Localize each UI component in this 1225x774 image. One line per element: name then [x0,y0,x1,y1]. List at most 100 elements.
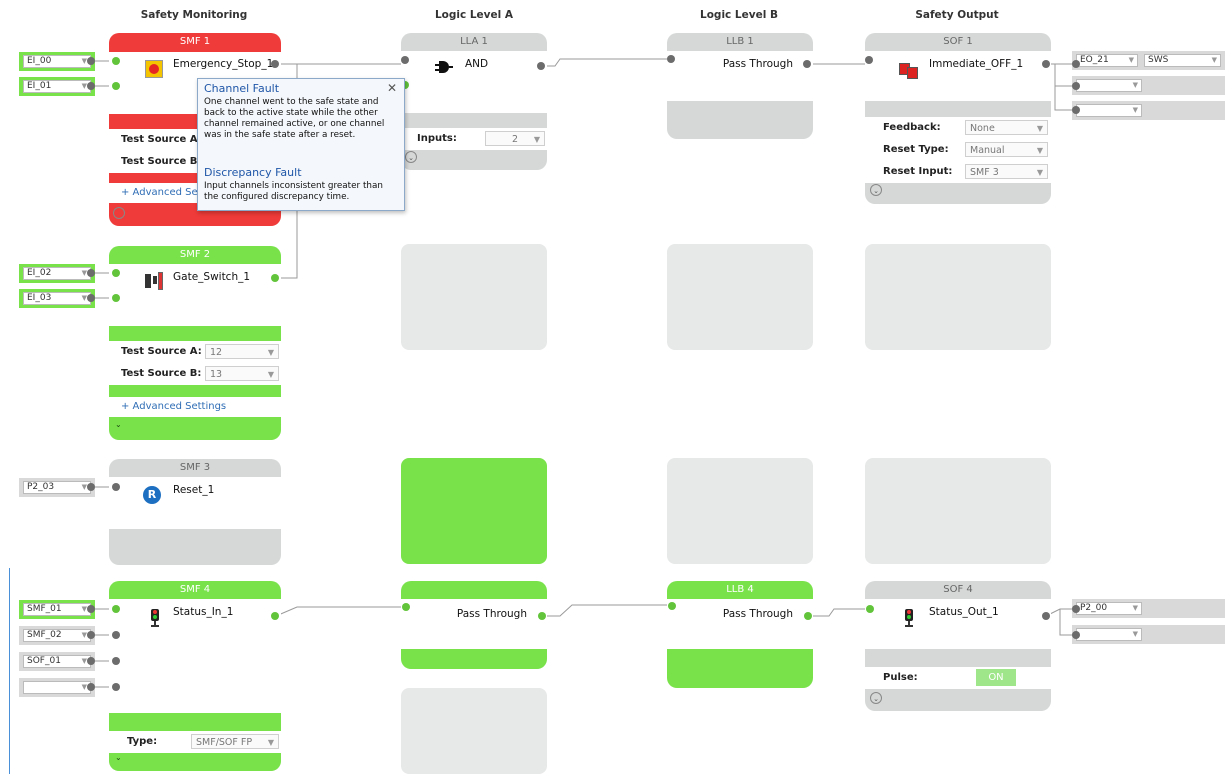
pin-connector[interactable] [87,294,95,302]
llb3-empty-slot[interactable] [667,458,813,564]
block-name: Reset_1 [173,484,215,496]
pin-connector[interactable] [112,605,120,613]
pin-connector[interactable] [87,683,95,691]
input-pin-sof01[interactable]: SOF_01 ▼ [19,652,95,671]
input-pin-smf01[interactable]: SMF_01 ▼ [19,600,95,619]
output-pin-p200[interactable]: P2_00 ▼ [1072,599,1225,618]
select-value: 2 [511,134,519,145]
output-mode-select[interactable]: SWS ▼ [1140,51,1225,70]
lla3-active-slot[interactable] [401,458,547,564]
expand-icon[interactable]: ⌄ [405,151,417,163]
output-pin-empty[interactable]: ▼ [1072,625,1225,644]
block-name: AND [465,58,489,70]
pin-connector[interactable] [1072,605,1080,613]
pin-connector[interactable] [87,269,95,277]
field-label: Test Source A: [121,134,202,145]
input-pin-p203[interactable]: P2_03 ▼ [19,478,95,497]
pin-connector[interactable] [1072,106,1080,114]
feedback-select[interactable]: None ▼ [965,120,1048,135]
pin-connector[interactable] [1072,82,1080,90]
output-connector[interactable] [803,60,811,68]
pin-connector[interactable] [112,657,120,665]
smf4-block[interactable]: SMF 4 Status_In_1 Type: SMF/SOF FP ▼ ⌄ [109,581,281,771]
pin-connector[interactable] [865,56,873,64]
expand-icon[interactable]: ⌄ [870,184,882,196]
pin-connector[interactable] [87,657,95,665]
test-source-a-select[interactable]: 12 ▼ [205,344,279,359]
output-connector[interactable] [271,274,279,282]
pin-connector[interactable] [87,57,95,65]
sof1-block[interactable]: SOF 1 Immediate_OFF_1 Feedback: None ▼ Re… [865,33,1051,204]
input-pin-ei03[interactable]: EI_03 ▼ [19,289,95,308]
pin-connector[interactable] [87,483,95,491]
inputs-count-select[interactable]: 2 ▼ [485,131,545,146]
input-pin-ei01[interactable]: EI_01 ▼ [19,77,95,96]
pin-connector[interactable] [1072,60,1080,68]
pin-connector[interactable] [112,82,120,90]
expand-icon[interactable] [113,207,125,219]
pin-connector[interactable] [1072,631,1080,639]
close-icon[interactable]: ✕ [387,81,397,95]
advanced-settings-link[interactable]: + Advanced Settings [109,397,281,417]
input-pin-ei00[interactable]: EI_00 ▼ [19,52,95,71]
lla4-block[interactable]: Pass Through [401,581,547,669]
expand-icon[interactable]: ⌄ [870,692,882,704]
output-connector[interactable] [537,62,545,70]
smf2-block[interactable]: SMF 2 Gate_Switch_1 Test Source A: 12 ▼ T… [109,246,281,440]
pin-connector[interactable] [112,269,120,277]
field-label: Test Source B: [121,156,202,167]
chevron-down-icon[interactable]: ⌄ [115,420,122,429]
llb1-block[interactable]: LLB 1 Pass Through [667,33,813,139]
pin-connector[interactable] [112,631,120,639]
output-connector[interactable] [1042,60,1050,68]
pin-connector[interactable] [112,683,120,691]
llb4-block[interactable]: LLB 4 Pass Through [667,581,813,688]
pin-connector[interactable] [87,631,95,639]
pulse-row: Pulse: ON [865,667,1051,689]
output-pin-empty[interactable]: ▼ [1072,76,1225,95]
output-connector[interactable] [1042,612,1050,620]
pin-connector[interactable] [112,57,120,65]
block-title: SMF 4 [179,584,211,595]
pin-connector[interactable] [401,56,409,64]
reset-input-select[interactable]: SMF 3 ▼ [965,164,1048,179]
block-name: Pass Through [722,608,793,620]
pin-connector[interactable] [668,602,676,610]
input-pin-ei02[interactable]: EI_02 ▼ [19,264,95,283]
block-title: SMF 1 [179,36,211,47]
input-pin-label: EI_01 [27,81,52,91]
output-connector[interactable] [271,612,279,620]
input-pin-label: EI_00 [27,56,52,66]
pin-connector[interactable] [87,605,95,613]
status-light-icon [905,609,913,627]
input-pin-smf02[interactable]: SMF_02 ▼ [19,626,95,645]
output-pin-eo21[interactable]: EO_21 ▼ [1072,51,1142,70]
pin-connector[interactable] [402,603,410,611]
sof4-block[interactable]: SOF 4 Status_Out_1 Pulse: ON ⌄ [865,581,1051,711]
lla2-empty-slot[interactable] [401,244,547,350]
input-pin-empty[interactable]: ▼ [19,678,95,697]
type-select[interactable]: SMF/SOF FP ▼ [191,734,279,749]
sof3-empty-slot[interactable] [865,458,1051,564]
pin-connector[interactable] [866,605,874,613]
chevron-down-icon[interactable]: ⌄ [115,753,122,762]
lla1-block[interactable]: LLA 1 AND Inputs: 2 ▼ ⌄ [401,33,547,170]
output-connector[interactable] [538,612,546,620]
pin-connector[interactable] [87,82,95,90]
llb2-empty-slot[interactable] [667,244,813,350]
output-connector[interactable] [271,60,279,68]
reset-type-select[interactable]: Manual ▼ [965,142,1048,157]
sof2-empty-slot[interactable] [865,244,1051,350]
output-mode-label: SWS [1148,55,1169,65]
test-source-b-select[interactable]: 13 ▼ [205,366,279,381]
pin-connector[interactable] [667,55,675,63]
pulse-toggle[interactable]: ON [976,669,1016,686]
pin-connector[interactable] [112,483,120,491]
block-name: Status_Out_1 [929,606,999,618]
output-pin-empty[interactable]: ▼ [1072,101,1225,120]
pin-connector[interactable] [112,294,120,302]
select-value: Manual [970,145,1005,156]
smf3-block[interactable]: SMF 3 R Reset_1 [109,459,281,565]
lla5-empty-slot[interactable] [401,688,547,774]
output-connector[interactable] [804,612,812,620]
